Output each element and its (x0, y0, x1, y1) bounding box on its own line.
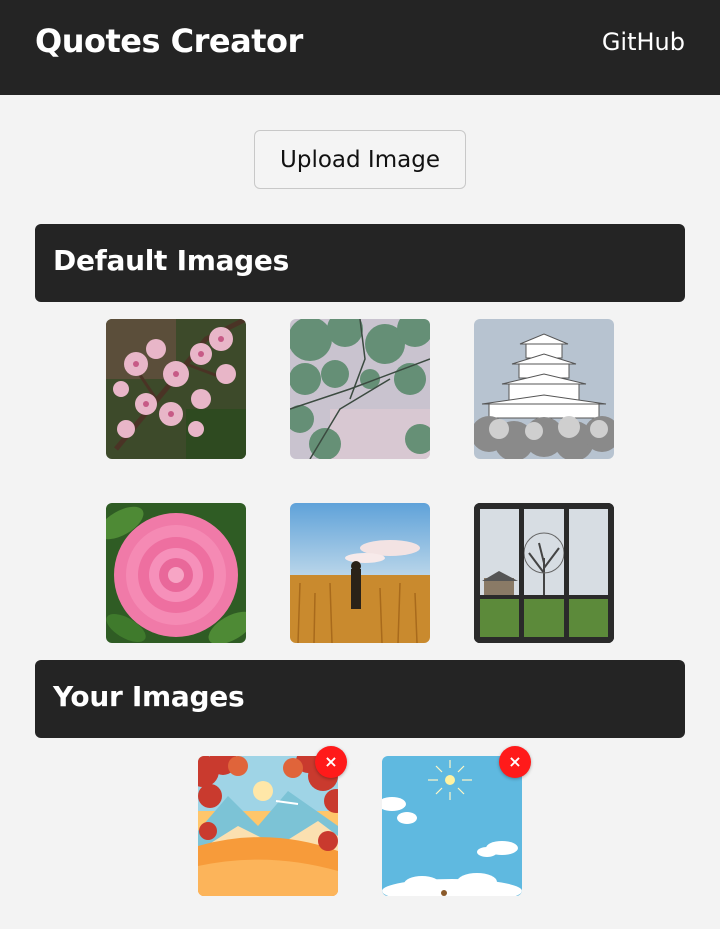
camellia-photo (106, 503, 246, 643)
top-navbar: Quotes Creator GitHub (0, 0, 720, 95)
default-images-heading: Default Images (35, 224, 685, 302)
tree-canopy-photo (290, 319, 430, 459)
default-image-cherry-blossom[interactable] (106, 319, 246, 459)
remove-image-button[interactable]: × (315, 746, 347, 778)
wheat-field-photo (290, 503, 430, 643)
your-images-heading: Your Images (35, 660, 685, 738)
default-image-window-view[interactable] (474, 503, 614, 643)
github-link[interactable]: GitHub (602, 28, 685, 56)
default-image-camellia[interactable] (106, 503, 246, 643)
sky-illustration (382, 756, 522, 896)
castle-photo (474, 319, 614, 459)
upload-image-button[interactable]: Upload Image (254, 130, 466, 189)
user-image-sky[interactable] (382, 756, 522, 896)
user-image-autumn[interactable] (198, 756, 338, 896)
default-image-tree-canopy[interactable] (290, 319, 430, 459)
cherry-blossom-photo (106, 319, 246, 459)
remove-image-button[interactable]: × (499, 746, 531, 778)
app-title[interactable]: Quotes Creator (35, 22, 303, 60)
default-image-wheat-field[interactable] (290, 503, 430, 643)
window-view-photo (474, 503, 614, 643)
autumn-illustration (198, 756, 338, 896)
default-image-castle[interactable] (474, 319, 614, 459)
